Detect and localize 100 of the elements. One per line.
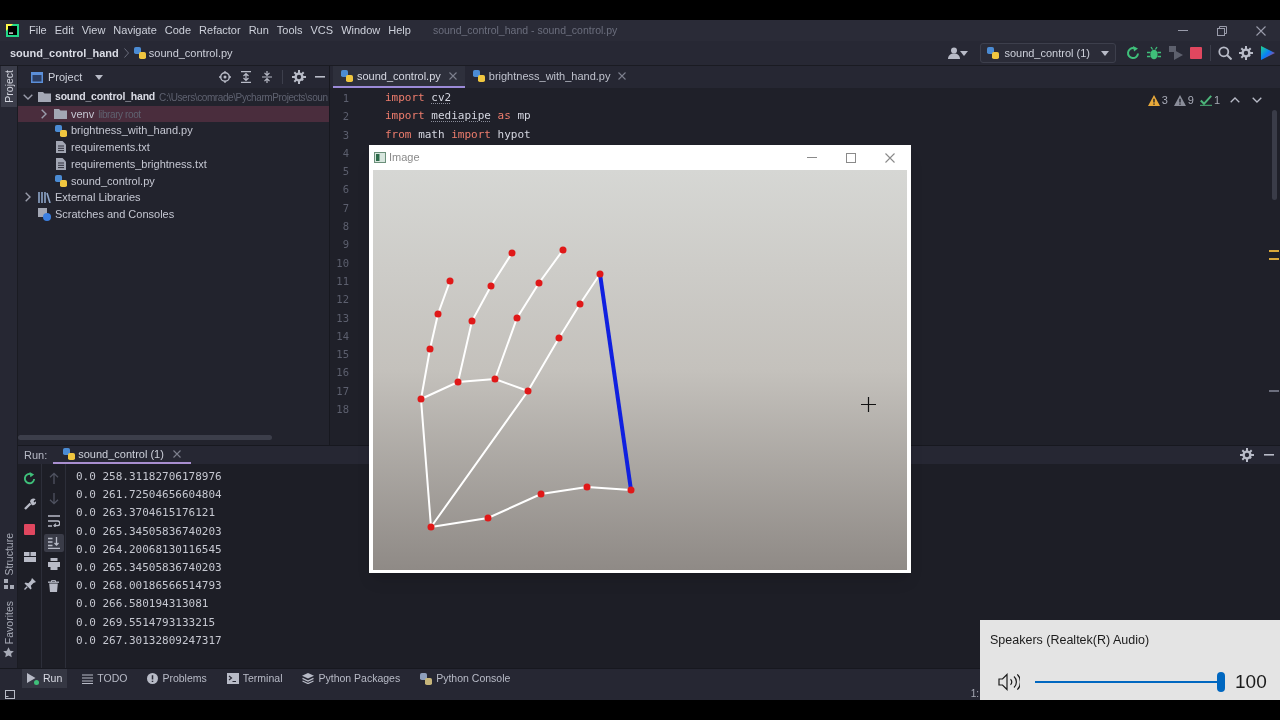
menu-item[interactable]: Refactor xyxy=(195,22,245,39)
maximize-icon[interactable] xyxy=(846,152,856,163)
bug-icon[interactable] xyxy=(1147,46,1161,60)
menu-item[interactable]: File xyxy=(25,22,51,39)
pin-icon[interactable] xyxy=(23,577,36,590)
settings-icon[interactable] xyxy=(1240,448,1254,462)
tree-item[interactable]: sound_control_hand C:\Users\comrade\PycharmProjects\soun xyxy=(22,89,328,106)
tool-window-button[interactable]: Project xyxy=(0,66,17,107)
device-name: Speakers (Realtek(R) Audio) xyxy=(990,632,1150,649)
scroll-to-end-toggle[interactable] xyxy=(43,533,64,552)
window-title: Image xyxy=(389,150,420,166)
rerun-icon[interactable] xyxy=(1126,46,1140,60)
text-file-icon xyxy=(55,158,66,171)
inspection-count: 9 xyxy=(1187,92,1194,108)
editor-tab[interactable]: sound_control.py xyxy=(333,66,465,88)
tree-item[interactable]: brightness_with_hand.py xyxy=(38,122,193,140)
tool-window-button[interactable]: Structure xyxy=(0,531,17,591)
tool-window-button[interactable]: Favorites xyxy=(0,598,17,660)
tool-window-tab[interactable]: Run xyxy=(22,668,68,689)
warning-marker-icon[interactable] xyxy=(1269,258,1279,260)
target-icon[interactable] xyxy=(219,71,231,83)
menu-item[interactable]: View xyxy=(77,22,110,39)
project-view-dropdown[interactable]: Project xyxy=(31,68,104,86)
menu-item[interactable]: Window xyxy=(337,22,385,39)
chevron-up-icon[interactable] xyxy=(1230,97,1240,103)
console-output-line: 0.0 263.3704615176121 xyxy=(76,505,216,522)
tree-item[interactable]: External Libraries xyxy=(22,189,141,206)
menu-item[interactable]: Tools xyxy=(272,22,307,39)
library-icon xyxy=(38,191,51,203)
inspection-counter[interactable]: 3 xyxy=(1147,91,1168,109)
chevron-down-icon[interactable] xyxy=(23,94,33,101)
tree-item[interactable]: requirements.txt xyxy=(38,139,150,156)
volume-slider[interactable] xyxy=(1035,671,1225,692)
horizontal-scrollbar-thumb[interactable] xyxy=(18,435,272,440)
code-line: import mediapipe as mp xyxy=(385,108,531,125)
warning-marker-icon[interactable] xyxy=(1269,250,1279,252)
close-icon[interactable] xyxy=(885,152,895,163)
print-icon[interactable] xyxy=(47,558,60,571)
slider-thumb[interactable] xyxy=(1217,671,1225,692)
tool-window-tab[interactable]: Terminal xyxy=(221,668,288,689)
scrollbar-thumb[interactable] xyxy=(1271,110,1277,200)
speaker-icon[interactable] xyxy=(998,672,1020,691)
restore-icon[interactable] xyxy=(1217,25,1227,36)
folder-icon xyxy=(54,109,67,120)
breadcrumb-item[interactable]: sound_control.py xyxy=(133,44,233,62)
menu-item[interactable]: Help xyxy=(384,22,415,39)
tree-item[interactable]: Scratches and Consoles xyxy=(22,205,175,223)
line-number: 9 xyxy=(342,237,349,253)
caret-icon xyxy=(95,74,104,80)
gradient-logo-icon[interactable] xyxy=(1261,46,1275,60)
tree-item[interactable]: sound_control.py xyxy=(38,172,155,190)
python-icon xyxy=(63,448,76,460)
code-line: import cv2 xyxy=(385,90,452,106)
close-tab-icon[interactable] xyxy=(618,72,627,80)
line-number: 8 xyxy=(342,219,349,235)
app-logo-icon[interactable] xyxy=(6,24,19,37)
menu-item[interactable]: Code xyxy=(160,22,196,39)
check-icon xyxy=(1199,94,1212,106)
collapse-all-icon[interactable] xyxy=(261,71,273,83)
menu-item[interactable]: Run xyxy=(244,22,273,39)
wrench-icon[interactable] xyxy=(23,497,36,510)
tool-window-tab[interactable]: Python Console xyxy=(415,668,516,689)
breadcrumb-item[interactable]: sound_control_hand xyxy=(10,44,119,62)
marker-icon[interactable] xyxy=(1269,390,1279,392)
rerun-icon[interactable] xyxy=(23,472,36,485)
search-icon[interactable] xyxy=(1218,46,1232,60)
chevron-down-icon[interactable] xyxy=(1252,97,1262,103)
close-icon[interactable] xyxy=(1256,25,1266,36)
tool-window-tab[interactable]: Problems xyxy=(142,668,212,689)
close-tab-icon[interactable] xyxy=(172,450,181,458)
caret-icon[interactable] xyxy=(960,50,969,56)
menu-item[interactable]: VCS xyxy=(306,22,338,39)
menu-item[interactable]: Edit xyxy=(50,22,78,39)
layout-icon[interactable] xyxy=(23,551,36,562)
console-output-line: 0.0 269.5514793133215 xyxy=(76,614,216,631)
inspection-counter[interactable]: 1 xyxy=(1199,91,1220,109)
settings-icon[interactable] xyxy=(1239,46,1253,60)
console-output-line: 0.0 258.31182706178976 xyxy=(76,469,222,485)
trash-icon[interactable] xyxy=(48,579,59,592)
run-configuration-dropdown[interactable]: sound_control (1) xyxy=(980,43,1116,63)
line-number: 12 xyxy=(336,292,349,308)
menu-item[interactable]: Navigate xyxy=(109,22,161,39)
settings-icon[interactable] xyxy=(292,70,306,84)
line-number: 15 xyxy=(336,347,349,363)
tool-window-tab[interactable]: TODO xyxy=(77,668,133,689)
inspection-counter[interactable]: 9 xyxy=(1173,91,1194,109)
user-icon[interactable] xyxy=(948,47,961,59)
cursor-position: 1: xyxy=(970,688,979,700)
expand-all-icon[interactable] xyxy=(240,71,252,83)
line-number: 2 xyxy=(342,109,349,125)
close-tab-icon[interactable] xyxy=(448,72,457,80)
line-number: 4 xyxy=(342,145,349,161)
tree-item[interactable]: requirements_brightness.txt xyxy=(38,155,207,173)
panel-toggle-icon[interactable] xyxy=(5,689,15,699)
chevron-right-icon[interactable] xyxy=(41,109,47,120)
chevron-right-icon[interactable] xyxy=(25,192,31,203)
python-console-icon xyxy=(420,672,433,685)
soft-wrap-icon[interactable] xyxy=(47,515,60,527)
tool-window-tab[interactable]: Python Packages xyxy=(297,668,406,689)
editor-tab[interactable]: brightness_with_hand.py xyxy=(464,66,635,88)
